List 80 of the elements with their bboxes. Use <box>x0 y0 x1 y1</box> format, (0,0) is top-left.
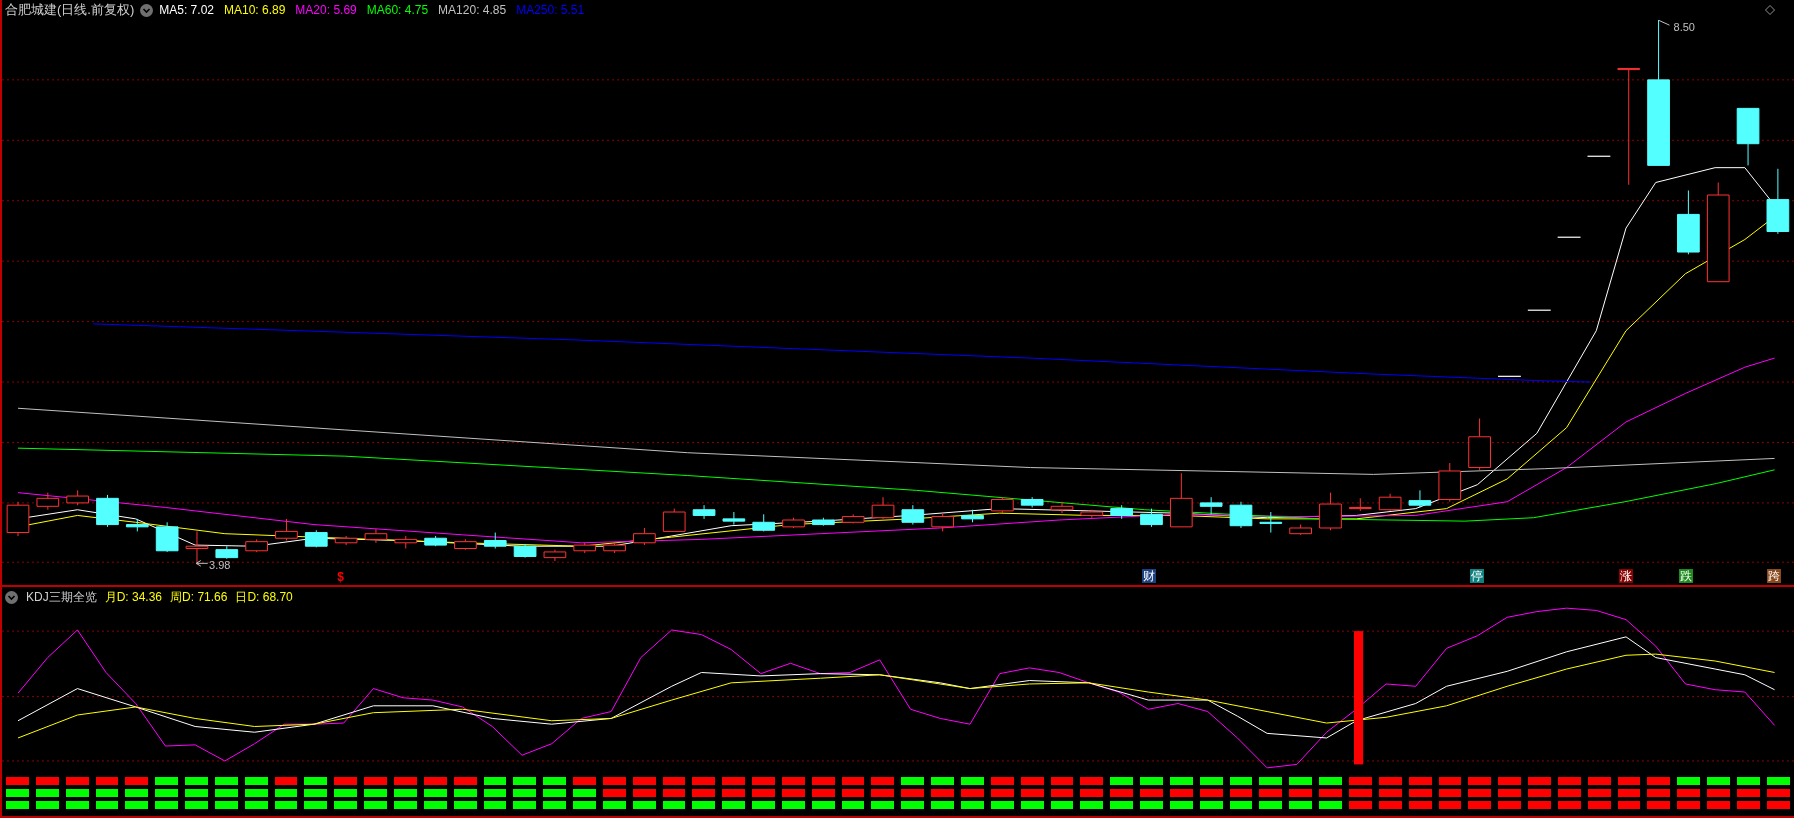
candlestick <box>245 538 268 553</box>
candlestick <box>573 542 597 554</box>
candlestick <box>1259 511 1283 534</box>
candlestick <box>1140 508 1163 528</box>
dropdown-icon[interactable] <box>5 590 18 604</box>
candlestick <box>394 535 418 549</box>
candlestick <box>6 501 30 537</box>
candlestick <box>603 542 626 554</box>
candlestick <box>991 496 1014 514</box>
candlestick <box>633 527 656 546</box>
indicator-value: 日D: 68.70 <box>235 589 293 606</box>
candlestick <box>1110 504 1133 520</box>
candlestick <box>304 529 328 548</box>
candlestick <box>543 549 567 562</box>
diamond-icon[interactable] <box>1765 5 1775 15</box>
candlestick <box>275 518 298 542</box>
moving-average-value: MA10: 6.89 <box>224 2 286 19</box>
candlestick <box>1736 107 1760 166</box>
candlestick <box>185 530 209 565</box>
candlestick <box>1408 489 1432 508</box>
candlestick <box>1050 501 1074 514</box>
candlestick <box>36 492 60 511</box>
event-marker[interactable]: 跌 <box>1679 569 1694 583</box>
candlestick <box>1169 472 1193 528</box>
event-marker[interactable]: 财 <box>1141 569 1156 583</box>
candlestick <box>454 538 477 551</box>
moving-average-value: MA250: 5.51 <box>516 2 585 19</box>
candlestick <box>871 496 895 520</box>
high-price-label: 8.50 <box>1673 22 1695 33</box>
candlestick <box>901 504 925 526</box>
candlestick <box>1319 492 1342 531</box>
candlestick <box>125 518 149 532</box>
candlestick <box>1289 524 1312 536</box>
candlestick <box>1586 155 1611 157</box>
event-marker[interactable]: 涨 <box>1618 569 1633 583</box>
candlestick <box>812 517 835 527</box>
low-price-pointer-icon <box>195 560 209 567</box>
marker-symbol: $ <box>337 571 344 583</box>
moving-average-value: MA20: 5.69 <box>295 2 357 19</box>
candlestick <box>1497 375 1522 377</box>
candlestick <box>1438 462 1462 503</box>
candlestick <box>961 509 984 523</box>
candlestick <box>364 528 388 544</box>
candlestick <box>1020 496 1044 508</box>
dropdown-icon[interactable] <box>140 3 154 17</box>
candlestick <box>841 513 865 524</box>
indicator-title: KDJ三期全览 <box>26 589 97 606</box>
candlestick <box>215 545 239 560</box>
candlestick <box>1229 501 1253 529</box>
low-price-label: 3.98 <box>209 559 231 571</box>
candlestick <box>752 513 776 532</box>
candlestick <box>1677 189 1700 255</box>
chart-title: 合肥城建(日线.前复权) <box>5 1 135 20</box>
candlestick <box>513 543 537 559</box>
candlestick <box>1527 309 1552 311</box>
candlestick <box>424 535 447 547</box>
candlestick <box>66 489 89 506</box>
candlestick <box>782 517 805 529</box>
candlestick <box>1199 496 1223 515</box>
event-marker[interactable]: 停 <box>1469 569 1484 583</box>
candlestick <box>931 512 955 532</box>
candlestick <box>1468 418 1491 471</box>
candlestick <box>483 532 507 549</box>
moving-average-value: MA120: 4.85 <box>438 2 507 19</box>
indicator-value: 月D: 34.36 <box>104 589 163 606</box>
moving-average-value: MA5: 7.02 <box>159 2 214 19</box>
candlestick <box>692 504 716 520</box>
candlestick <box>722 511 746 526</box>
candlestick <box>1080 509 1104 519</box>
candlestick <box>155 521 179 553</box>
candlestick <box>96 494 119 528</box>
event-marker[interactable]: 跨 <box>1767 569 1782 583</box>
candlestick <box>1378 493 1402 512</box>
candlestick <box>1766 168 1790 235</box>
indicator-value: 周D: 71.66 <box>170 589 228 606</box>
candlestick <box>1348 497 1372 512</box>
candlestick <box>1557 236 1582 238</box>
candlestick <box>334 535 358 546</box>
moving-average-value: MA60: 4.75 <box>366 2 429 19</box>
candlestick <box>662 508 686 532</box>
